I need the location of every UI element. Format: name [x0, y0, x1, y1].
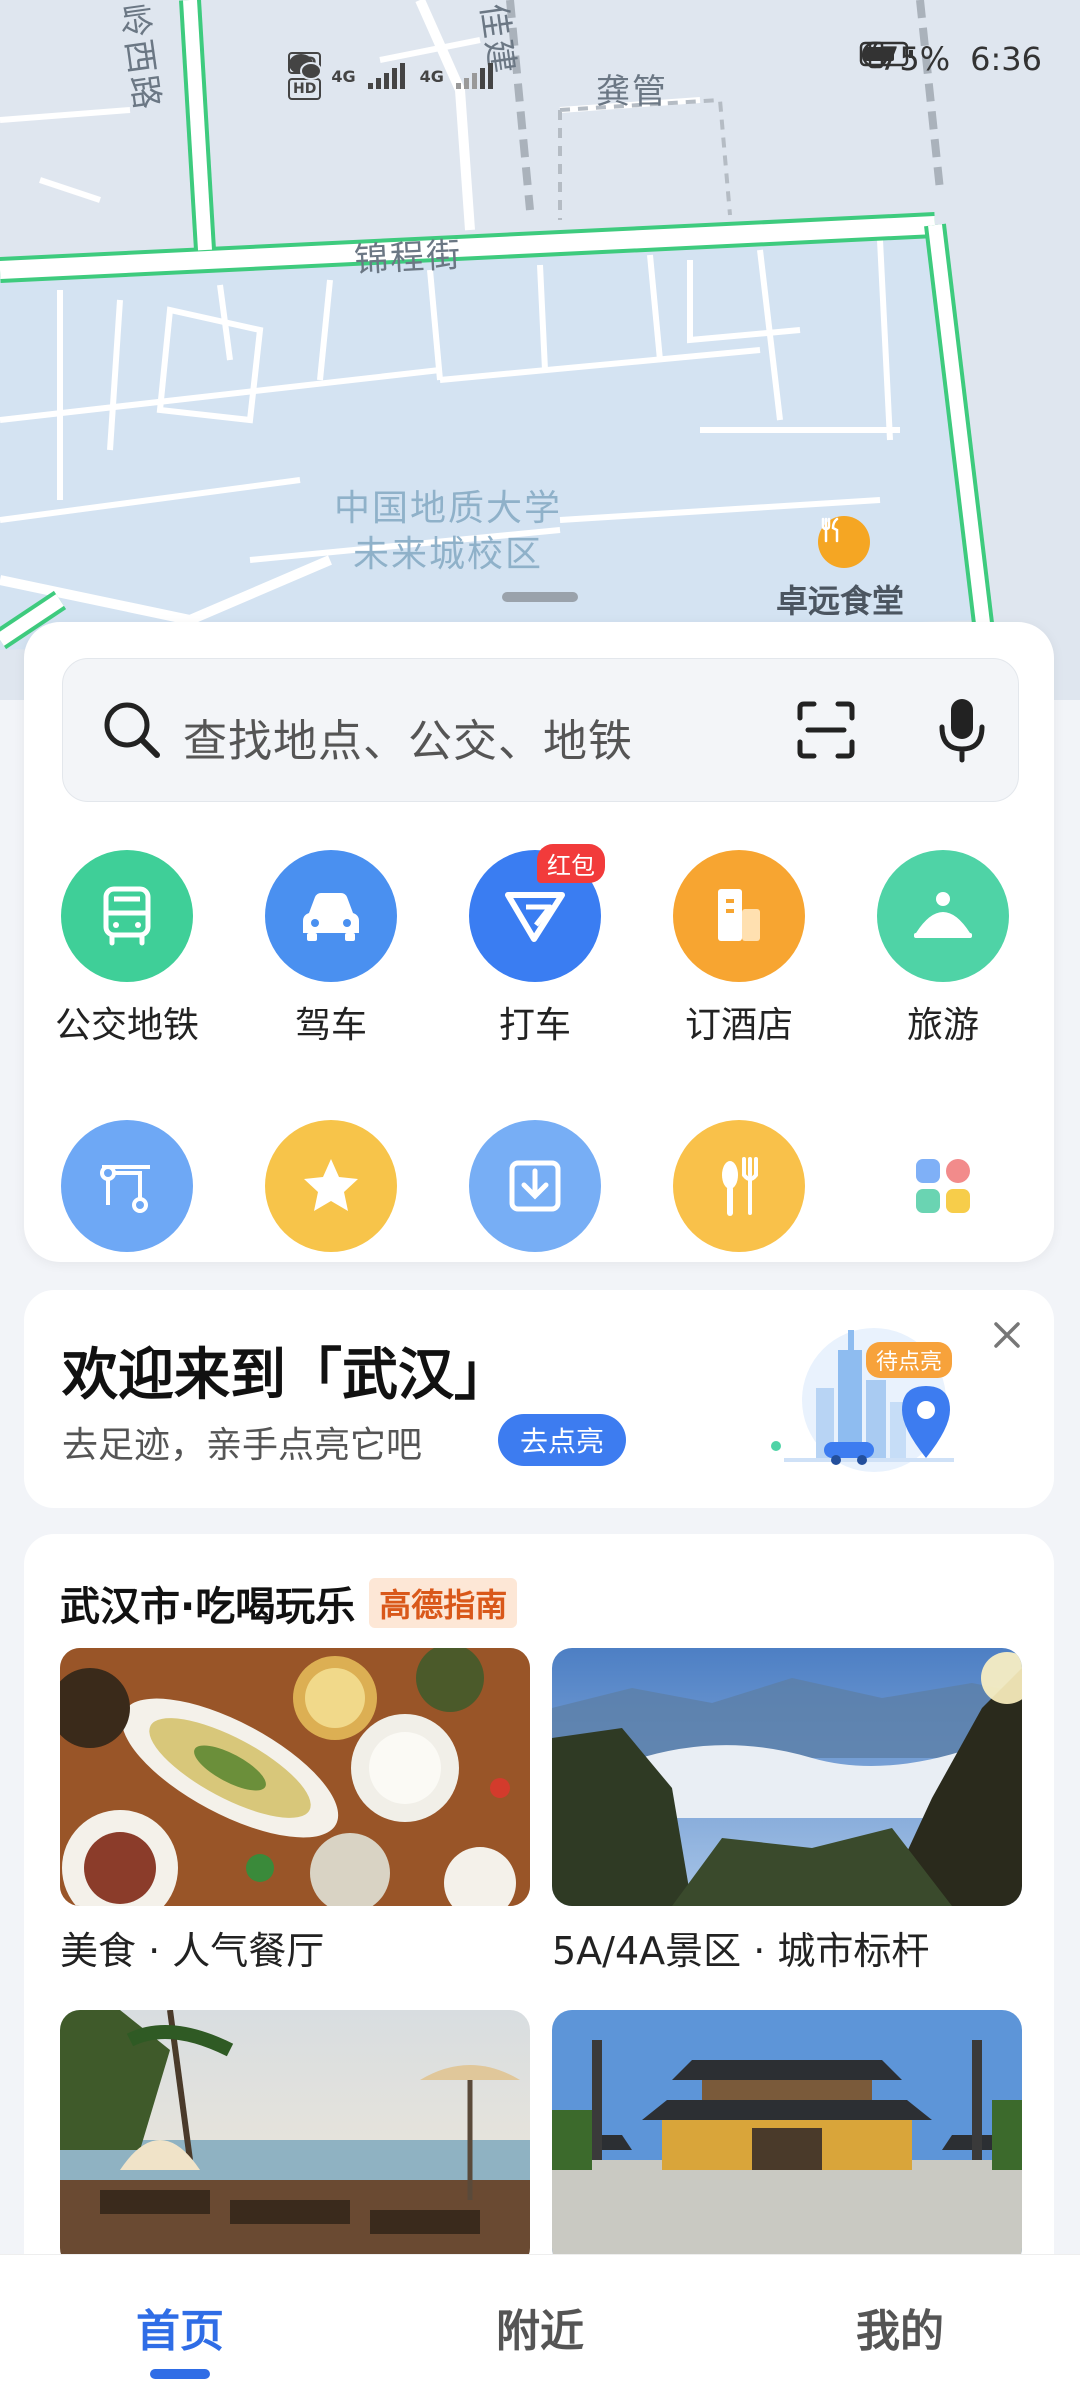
- travel-icon: [877, 850, 1009, 982]
- guide-tile-temple[interactable]: [552, 2010, 1022, 2268]
- guide-tile-resort[interactable]: [60, 2010, 530, 2268]
- secondary-action[interactable]: [649, 1120, 829, 1252]
- route-icon: [61, 1120, 193, 1252]
- tab-mine[interactable]: 我的: [800, 2295, 1000, 2359]
- red-packet-badge: 红包: [537, 844, 605, 883]
- quick-action-label: 公交地铁: [54, 1005, 199, 1046]
- welcome-subtitle: 去足迹，亲手点亮它吧: [62, 1425, 423, 1466]
- clock: 6:36: [970, 40, 1042, 78]
- guide-title: 武汉市·吃喝玩乐: [60, 1584, 356, 1630]
- guide-tile-scenic[interactable]: [552, 1648, 1022, 1906]
- quick-action-transit[interactable]: 公交地铁: [37, 850, 217, 1048]
- scan-icon[interactable]: [793, 697, 859, 763]
- light-up-button[interactable]: 去点亮: [498, 1414, 627, 1466]
- campus-line-1: 中国地质大学: [334, 488, 563, 529]
- status-right: 75% 6:36: [859, 40, 1042, 78]
- network-type: 4G: [419, 66, 444, 86]
- quick-action-travel[interactable]: 旅游: [853, 850, 1033, 1048]
- close-icon[interactable]: [990, 1316, 1024, 1362]
- road-label: 锦程街: [353, 235, 464, 281]
- secondary-action[interactable]: [37, 1120, 217, 1252]
- quick-action-taxi[interactable]: 红包 打车: [445, 844, 625, 1048]
- car-icon: [265, 850, 397, 982]
- quick-action-label: 打车: [498, 1005, 571, 1046]
- guide-tag: 高德指南: [369, 1578, 518, 1628]
- poi-label[interactable]: 卓远食堂: [776, 576, 904, 622]
- search-icon: [99, 697, 165, 763]
- active-tab-indicator: [150, 2369, 210, 2379]
- network-type: 4G: [331, 66, 356, 86]
- more-apps-icon: [877, 1120, 1009, 1252]
- drag-handle[interactable]: [502, 592, 578, 602]
- search-input[interactable]: 查找地点、公交、地铁: [183, 705, 633, 769]
- download-icon: [469, 1120, 601, 1252]
- pending-tag: 待点亮: [866, 1342, 953, 1378]
- campus-line-2: 未来城校区: [353, 534, 544, 575]
- welcome-card[interactable]: 欢迎来到「武汉」 去足迹，亲手点亮它吧 去点亮 待点亮: [24, 1290, 1054, 1508]
- taxi-icon: 红包: [469, 844, 605, 982]
- search-bar[interactable]: 查找地点、公交、地铁: [62, 658, 1019, 802]
- guide-header: 武汉市·吃喝玩乐 高德指南: [60, 1574, 518, 1632]
- quick-action-label: 驾车: [294, 1005, 367, 1046]
- secondary-action[interactable]: [445, 1120, 625, 1252]
- signal-icon: [366, 63, 410, 89]
- quick-action-hotel[interactable]: 订酒店: [649, 850, 829, 1048]
- quick-action-label: 订酒店: [684, 1005, 793, 1046]
- quick-action-drive[interactable]: 驾车: [241, 850, 421, 1048]
- welcome-title: 欢迎来到「武汉」: [62, 1343, 510, 1408]
- secondary-action[interactable]: [853, 1120, 1033, 1252]
- tab-nearby[interactable]: 附近: [440, 2295, 640, 2359]
- secondary-action[interactable]: [241, 1120, 421, 1252]
- star-icon: [265, 1120, 397, 1252]
- quick-action-label: 旅游: [906, 1005, 979, 1046]
- guide-tile-caption: 美食 · 人气餐厅: [60, 1929, 325, 1973]
- tab-home[interactable]: 首页: [80, 2295, 280, 2359]
- restaurant-pin-icon[interactable]: [818, 516, 870, 568]
- guide-tile-caption: 5A/4A景区 · 城市标杆: [552, 1929, 930, 1973]
- status-bar: HD HD 4G 4G 75%: [0, 40, 1080, 100]
- signal-icon: [454, 63, 498, 89]
- status-left: HD HD 4G 4G: [288, 52, 508, 100]
- guide-tile-food[interactable]: [60, 1648, 530, 1906]
- main-panel: 查找地点、公交、地铁 公交地铁 驾车 红包 打车 订酒店 旅游: [24, 622, 1054, 1262]
- campus-label: 中国地质大学 未来城校区: [334, 486, 562, 578]
- bottom-tab-bar: 首页 附近 我的: [0, 2254, 1080, 2401]
- bus-icon: [61, 850, 193, 982]
- food-icon: [673, 1120, 805, 1252]
- hotel-icon: [673, 850, 805, 982]
- city-illustration: [754, 1310, 974, 1490]
- microphone-icon[interactable]: [929, 697, 995, 763]
